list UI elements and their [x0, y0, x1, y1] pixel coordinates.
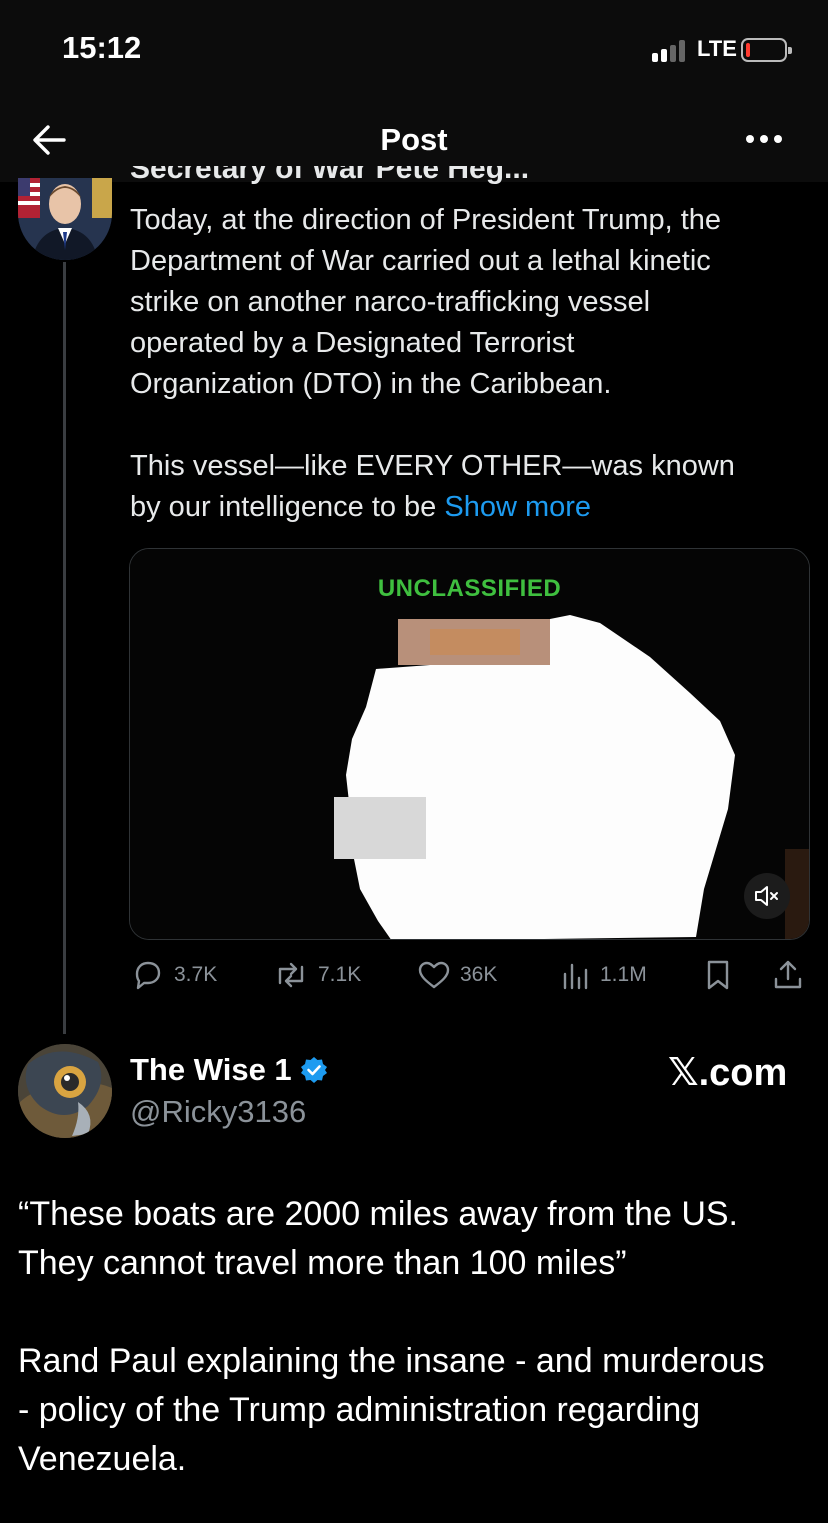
text-line: This vessel—like EVERY OTHER—was known — [130, 450, 735, 482]
text-line: - policy of the Trump administration reg… — [18, 1391, 701, 1429]
author-display-name[interactable]: The Wise 1 — [130, 1052, 328, 1088]
text-line: Rand Paul explaining the insane - and mu… — [18, 1342, 765, 1380]
parent-author-name[interactable]: Secretary of War Pete Heg... — [130, 166, 760, 184]
text-fragment: by our intelligence to be — [130, 491, 445, 523]
battery-icon — [741, 38, 792, 62]
reply-icon — [135, 961, 161, 990]
reply-button[interactable]: 3.7K — [130, 950, 217, 1000]
repost-count: 7.1K — [318, 963, 362, 986]
text-line: Department of War carried out a lethal k… — [130, 245, 711, 277]
post-actions: 3.7K 7.1K 36K 1.1M — [130, 950, 810, 1000]
text-line: They cannot travel more than 100 miles” — [18, 1244, 627, 1282]
status-time: 15:12 — [62, 30, 142, 65]
views-count: 1.1M — [600, 963, 647, 986]
video-frame — [130, 549, 809, 939]
like-button[interactable]: 36K — [416, 950, 497, 1000]
heart-icon — [418, 961, 450, 989]
text-line: “These boats are 2000 miles away from th… — [18, 1195, 738, 1233]
text-line: operated by a Designated Terrorist — [130, 327, 575, 359]
author-avatar[interactable] — [18, 1044, 112, 1138]
parent-author-avatar[interactable] — [18, 178, 112, 260]
repost-icon — [278, 962, 304, 988]
video-overlay-label: UNCLASSIFIED — [377, 575, 562, 602]
author-name-text: The Wise 1 — [130, 1052, 292, 1087]
mute-button[interactable] — [744, 873, 790, 919]
network-type: LTE — [697, 36, 737, 61]
more-horizontal-icon[interactable] — [742, 124, 786, 154]
signal-strength-icon — [652, 40, 690, 62]
bookmark-button[interactable] — [702, 950, 734, 1000]
text-line: by our intelligence to be Show more — [130, 487, 810, 528]
repost-button[interactable]: 7.1K — [272, 950, 361, 1000]
x-com-watermark: 𝕏.com — [668, 1052, 788, 1094]
speaker-muted-icon — [755, 886, 778, 906]
like-count: 36K — [460, 963, 498, 986]
parent-post-text: Today, at the direction of President Tru… — [130, 200, 810, 528]
share-button[interactable] — [770, 950, 806, 1000]
status-bar: 15:12 LTE — [0, 0, 828, 100]
verified-badge-icon — [300, 1057, 327, 1083]
thread-line — [63, 262, 66, 1034]
text-line: strike on another narco-trafficking vess… — [130, 286, 651, 318]
reply-count: 3.7K — [174, 963, 218, 986]
video-player[interactable]: UNCLASSIFIED — [129, 548, 810, 940]
text-line: Venezuela. — [18, 1440, 187, 1478]
text-line: Today, at the direction of President Tru… — [130, 204, 722, 236]
views-button[interactable]: 1.1M — [560, 950, 647, 1000]
author-handle[interactable]: @Ricky3136 — [130, 1094, 306, 1130]
views-icon — [563, 963, 588, 990]
post-text: “These boats are 2000 miles away from th… — [18, 1190, 818, 1484]
share-icon — [774, 960, 802, 989]
bookmark-icon — [707, 960, 729, 990]
page-title: Post — [380, 122, 448, 157]
text-line: Organization (DTO) in the Caribbean. — [130, 368, 612, 400]
show-more-link[interactable]: Show more — [444, 491, 591, 523]
